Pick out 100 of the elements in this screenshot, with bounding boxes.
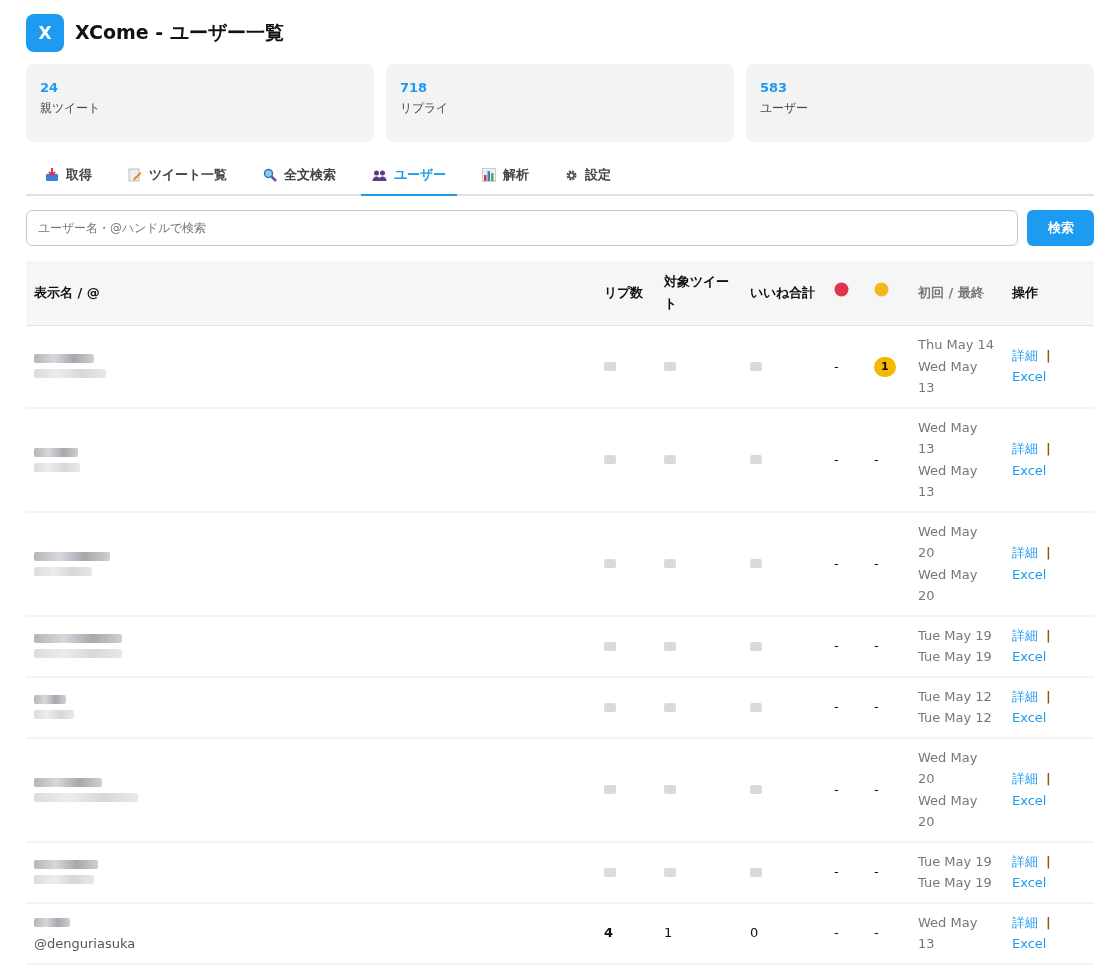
blurred-name	[34, 777, 102, 787]
dash-text: -	[874, 555, 879, 571]
inbox-tray-icon	[45, 168, 59, 182]
dash-text: -	[834, 699, 839, 715]
blurred-count	[604, 361, 616, 371]
blurred-count	[604, 702, 616, 712]
first-date: Wed May 20	[918, 522, 979, 562]
blurred-handle	[34, 566, 92, 576]
separator-text: |	[1046, 687, 1051, 706]
column-header: リプ数	[596, 261, 656, 326]
dash-text: -	[834, 451, 839, 467]
detail-link[interactable]: 詳細	[1012, 911, 1038, 933]
count-badge: 1	[874, 357, 896, 378]
column-header: 操作	[1004, 261, 1094, 326]
search-button[interactable]: 検索	[1027, 210, 1094, 246]
separator-text: |	[1046, 544, 1051, 562]
dash-text: -	[874, 864, 879, 880]
blurred-count	[664, 455, 676, 464]
detail-link[interactable]: 詳細	[1012, 344, 1038, 367]
dash-text: -	[874, 451, 879, 467]
app-logo: X	[26, 14, 64, 52]
excel-link[interactable]: Excel	[1012, 462, 1047, 478]
tab[interactable]: 取得	[34, 156, 103, 196]
dash-text: -	[834, 638, 839, 654]
separator-text: |	[1046, 913, 1051, 932]
detail-link[interactable]: 詳細	[1012, 685, 1038, 707]
search-field[interactable]: ユーザー名・@ハンドルで検索	[26, 210, 1018, 246]
blurred-handle	[34, 875, 94, 884]
dash-text: -	[874, 925, 879, 941]
detail-link[interactable]: 詳細	[1012, 624, 1038, 646]
last-date: Tue May 12	[918, 709, 993, 727]
first-date: Wed May 13	[918, 913, 979, 953]
detail-link[interactable]: 詳細	[1012, 850, 1038, 872]
first-date: Tue May 12	[918, 687, 993, 706]
separator-text: |	[1046, 626, 1051, 645]
stat-label: 親ツイート	[40, 100, 101, 117]
count-text: 4	[604, 925, 614, 941]
dash-text: -	[874, 781, 879, 797]
memo-icon	[128, 168, 142, 182]
tab[interactable]: 設定	[554, 156, 622, 196]
first-date: Tue May 19	[918, 626, 993, 645]
tab[interactable]: 解析	[471, 156, 540, 196]
first-date: Wed May 20	[918, 748, 979, 788]
tab[interactable]: ツイート一覧	[117, 156, 238, 196]
blurred-count	[664, 641, 676, 651]
blurred-count	[604, 641, 616, 651]
blurred-handle	[34, 710, 74, 719]
tab[interactable]: 全文検索	[252, 156, 347, 196]
count-text: 0	[750, 925, 759, 941]
blurred-count	[750, 455, 762, 464]
separator-text: |	[1046, 852, 1051, 871]
detail-link[interactable]: 詳細	[1012, 542, 1038, 564]
detail-link[interactable]: 詳細	[1012, 438, 1038, 460]
blurred-name	[34, 917, 70, 927]
excel-link[interactable]: Excel	[1012, 649, 1047, 664]
excel-link[interactable]: Excel	[1012, 566, 1047, 582]
column-header: 表示名 / @	[26, 261, 596, 326]
blurred-count	[664, 361, 676, 371]
blurred-name	[34, 354, 94, 364]
stat-value: 718	[400, 80, 429, 95]
settings-icon	[565, 168, 578, 182]
separator-text: |	[1046, 346, 1051, 365]
excel-link[interactable]: Excel	[1012, 710, 1047, 725]
tab[interactable]: ユーザー	[361, 156, 457, 196]
count-text: 1	[664, 925, 673, 941]
excel-link[interactable]: Excel	[1012, 369, 1047, 385]
blurred-count	[604, 559, 616, 568]
blurred-count	[750, 559, 762, 568]
stat-label: ユーザー	[760, 100, 809, 117]
excel-link[interactable]: Excel	[1012, 875, 1047, 890]
first-date: Thu May 14	[918, 336, 996, 354]
blurred-count	[604, 455, 616, 464]
excel-link[interactable]: Excel	[1012, 792, 1047, 808]
blurred-count	[664, 867, 676, 877]
blurred-count	[604, 867, 616, 877]
detail-link[interactable]: 詳細	[1012, 768, 1038, 790]
dash-text: -	[834, 358, 839, 374]
last-date: Tue May 19	[918, 648, 993, 666]
column-header: いいね合計	[742, 261, 826, 326]
column-header: 対象ツイート	[656, 261, 742, 326]
last-date: Wed May 13	[918, 461, 979, 501]
first-date: Wed May 13	[918, 418, 979, 458]
last-date: Wed May 13	[918, 357, 979, 397]
dash-text: -	[834, 925, 839, 941]
dash-text: -	[834, 781, 839, 797]
dash-text: -	[834, 555, 839, 571]
excel-link[interactable]: Excel	[1012, 936, 1047, 951]
blurred-name	[34, 860, 98, 869]
blurred-handle	[34, 462, 80, 472]
search-icon	[263, 168, 277, 182]
dash-text: -	[874, 638, 879, 654]
user-handle: @denguriasuka	[34, 934, 137, 953]
stat-value: 583	[760, 80, 789, 95]
blurred-count	[664, 559, 676, 568]
blurred-count	[664, 785, 676, 794]
last-date: Wed May 20	[918, 791, 979, 831]
blurred-name	[34, 447, 78, 457]
last-date: Wed May 20	[918, 565, 979, 605]
blurred-count	[750, 361, 762, 371]
blurred-count	[664, 702, 676, 712]
